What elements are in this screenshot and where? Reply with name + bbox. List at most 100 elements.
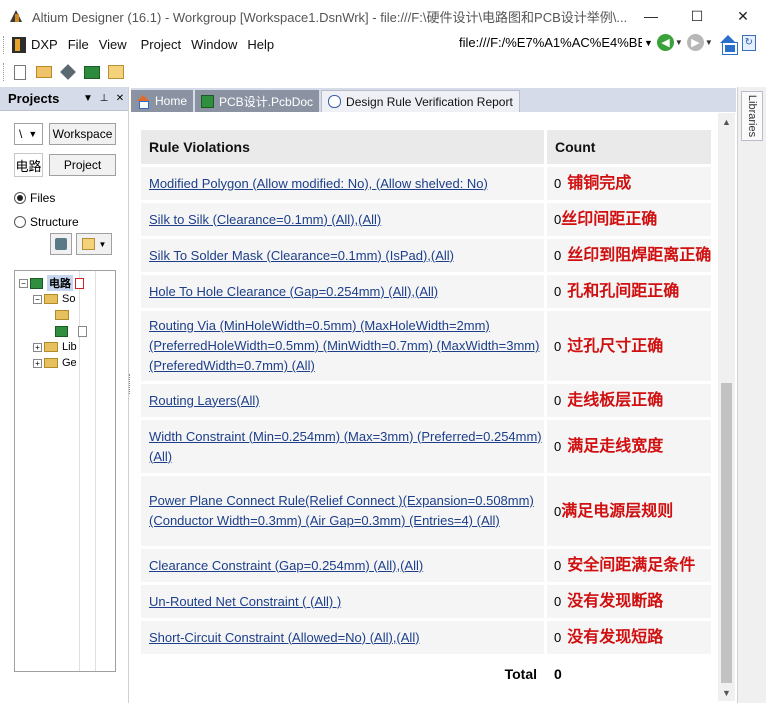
rule-link[interactable]: Modified Polygon (Allow modified: No), (… bbox=[149, 176, 488, 191]
close-button[interactable]: ✕ bbox=[720, 0, 766, 32]
panel-menu-icon[interactable]: ▼ bbox=[80, 93, 96, 104]
tree-item-generated[interactable]: + Ge bbox=[33, 355, 77, 371]
3d-view-button[interactable] bbox=[58, 62, 78, 82]
folder-icon bbox=[44, 358, 58, 368]
pcb-document-button[interactable] bbox=[82, 62, 102, 82]
menu-window[interactable]: Window bbox=[191, 37, 237, 52]
table-row: Un-Routed Net Constraint ( (All) ) 0 没有发现断… bbox=[141, 585, 712, 618]
address-input[interactable]: file:///F:/%E7%A1%AC%E4%BB%B6 bbox=[459, 35, 642, 50]
tab-home[interactable]: Home bbox=[131, 90, 194, 112]
collapse-icon[interactable]: − bbox=[19, 278, 28, 288]
rule-cell: Silk to Silk (Clearance=0.1mm) (All),(Al… bbox=[141, 203, 547, 236]
back-arrow-icon[interactable]: ◀ bbox=[656, 34, 674, 51]
annotation-note: 满足走线宽度 bbox=[567, 436, 664, 455]
address-dropdown-icon[interactable]: ▼ bbox=[644, 38, 653, 48]
violation-count: 0 bbox=[554, 630, 562, 645]
tab-label: Home bbox=[155, 94, 188, 108]
files-radio-row[interactable]: Files bbox=[14, 191, 55, 205]
rule-link[interactable]: Un-Routed Net Constraint ( (All) ) bbox=[149, 594, 341, 609]
structure-radio-row[interactable]: Structure bbox=[14, 215, 79, 229]
document-modified-icon bbox=[75, 277, 84, 289]
refresh-icon[interactable]: ↻ bbox=[741, 34, 756, 51]
vertical-scrollbar[interactable]: ▲ ▼ bbox=[718, 113, 735, 701]
rule-link[interactable]: Power Plane Connect Rule(Relief Connect … bbox=[149, 493, 534, 528]
panel-pin-icon[interactable]: ⊥ bbox=[96, 93, 112, 104]
count-cell: 0丝印间距正确 bbox=[547, 203, 712, 236]
rule-link[interactable]: Short-Circuit Constraint (Allowed=No) (A… bbox=[149, 630, 420, 645]
menu-grip-handle[interactable] bbox=[3, 35, 6, 54]
tree-item-libraries[interactable]: + Lib bbox=[33, 339, 77, 355]
expand-icon[interactable]: + bbox=[33, 358, 42, 368]
rule-link[interactable]: Silk To Solder Mask (Clearance=0.1mm) (I… bbox=[149, 248, 454, 263]
rule-link[interactable]: Clearance Constraint (Gap=0.254mm) (All)… bbox=[149, 558, 423, 573]
tab-pcb-document[interactable]: PCB设计.PcbDoc bbox=[195, 90, 320, 112]
count-cell: 0满足电源层规则 bbox=[547, 476, 712, 546]
count-cell: 0 过孔尺寸正确 bbox=[547, 311, 712, 381]
menu-help[interactable]: Help bbox=[247, 37, 274, 52]
tree-item-project[interactable]: − 电路 bbox=[19, 275, 87, 291]
annotation-note: 孔和孔间距正确 bbox=[567, 281, 680, 300]
projects-panel: Projects ▼ ⊥ ✕ \ ▼ Workspace 电路 Project F… bbox=[0, 87, 129, 703]
forward-dropdown-icon[interactable]: ▼ bbox=[705, 38, 713, 47]
libraries-tab-label: Libraries bbox=[746, 94, 758, 138]
scroll-down-icon[interactable]: ▼ bbox=[718, 684, 735, 701]
maximize-button[interactable]: ☐ bbox=[674, 0, 720, 32]
scrollbar-thumb[interactable] bbox=[721, 383, 732, 683]
project-button[interactable]: Project bbox=[49, 154, 116, 176]
panel-close-icon[interactable]: ✕ bbox=[112, 93, 128, 104]
schematic-document-button[interactable] bbox=[106, 62, 126, 82]
pcb-board-icon bbox=[84, 65, 100, 79]
add-project-button[interactable]: ▼ bbox=[76, 233, 112, 255]
tree-item-source[interactable]: − So bbox=[33, 291, 75, 307]
menu-project[interactable]: Project bbox=[141, 37, 181, 52]
table-row: Short-Circuit Constraint (Allowed=No) (A… bbox=[141, 621, 712, 654]
rule-link[interactable]: Routing Via (MinHoleWidth=0.5mm) (MaxHol… bbox=[149, 318, 539, 373]
back-dropdown-icon[interactable]: ▼ bbox=[675, 38, 683, 47]
libraries-tab[interactable]: Libraries bbox=[741, 91, 763, 141]
rule-cell: Silk To Solder Mask (Clearance=0.1mm) (I… bbox=[141, 239, 547, 272]
table-row: Routing Layers(All) 0 走线板层正确 bbox=[141, 384, 712, 417]
count-cell: 0 没有发现断路 bbox=[547, 585, 712, 618]
rule-link[interactable]: Silk to Silk (Clearance=0.1mm) (All),(Al… bbox=[149, 212, 381, 227]
open-folder-icon bbox=[36, 66, 52, 78]
project-name-field[interactable]: 电路 bbox=[14, 153, 43, 177]
menu-dxp[interactable]: DXP bbox=[12, 36, 58, 53]
table-header-row: Rule Violations Count bbox=[141, 130, 712, 164]
workspace-combo[interactable]: \ ▼ bbox=[14, 123, 43, 145]
add-folder-icon bbox=[81, 238, 95, 250]
workspace-combo-value: \ bbox=[19, 127, 23, 141]
violation-count: 0 bbox=[554, 393, 562, 408]
tab-drc-report[interactable]: Design Rule Verification Report bbox=[321, 90, 520, 112]
toolbar-grip-handle[interactable] bbox=[3, 63, 6, 81]
rule-cell: Modified Polygon (Allow modified: No), (… bbox=[141, 167, 547, 200]
expand-icon[interactable]: + bbox=[33, 342, 42, 352]
files-radio[interactable] bbox=[14, 192, 26, 204]
minimize-button[interactable]: — bbox=[628, 0, 674, 32]
files-radio-label: Files bbox=[30, 191, 56, 205]
structure-radio[interactable] bbox=[14, 216, 26, 228]
collapse-icon[interactable]: − bbox=[33, 294, 42, 304]
rule-link[interactable]: Routing Layers(All) bbox=[149, 393, 260, 408]
open-document-button[interactable] bbox=[34, 62, 54, 82]
cube-icon bbox=[60, 64, 76, 80]
violation-count: 0 bbox=[554, 248, 562, 263]
workspace-button[interactable]: Workspace bbox=[49, 123, 116, 145]
libraries-strip: Libraries bbox=[737, 87, 766, 703]
tree-item-schematic[interactable] bbox=[55, 307, 73, 323]
scroll-up-icon[interactable]: ▲ bbox=[718, 113, 735, 130]
schematic-sheet-icon bbox=[108, 65, 124, 79]
project-options-button[interactable] bbox=[50, 233, 72, 255]
forward-arrow-icon[interactable]: ▶ bbox=[686, 34, 704, 51]
rule-link[interactable]: Width Constraint (Min=0.254mm) (Max=3mm)… bbox=[149, 429, 542, 464]
menu-view[interactable]: View bbox=[99, 37, 127, 52]
dxp-icon bbox=[12, 36, 26, 53]
new-document-button[interactable] bbox=[10, 62, 30, 82]
home-icon[interactable] bbox=[719, 34, 738, 55]
count-cell: 0 安全间距满足条件 bbox=[547, 549, 712, 582]
violation-count: 0 bbox=[554, 594, 562, 609]
menu-file[interactable]: File bbox=[68, 37, 89, 52]
rule-link[interactable]: Hole To Hole Clearance (Gap=0.254mm) (Al… bbox=[149, 284, 438, 299]
pcb-doc-icon bbox=[55, 325, 68, 337]
tree-item-pcb[interactable] bbox=[55, 323, 90, 339]
menu-bar: DXP File View Project Window Help file:/… bbox=[0, 32, 766, 57]
